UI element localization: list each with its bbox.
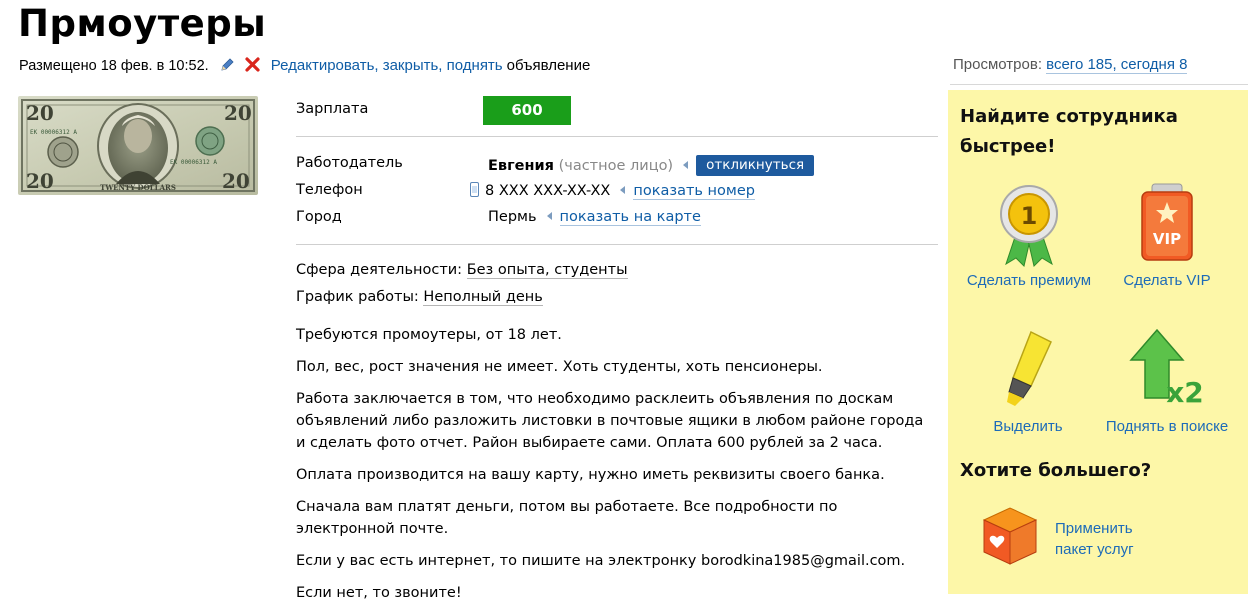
show-on-map-link[interactable]: показать на карте	[559, 209, 701, 226]
views-total-link[interactable]: всего 185, сегодня 8	[1046, 56, 1188, 74]
schedule-label: График работы:	[296, 289, 419, 305]
description-paragraph: Оплата производится на вашу карту, нужно…	[296, 467, 885, 483]
banknote-denomination-tl: 20	[26, 101, 54, 125]
banknote-image: 20 20 20 20 EK 00006312 A EK 00006312 A …	[18, 96, 258, 195]
page-title: Прмоутеры	[18, 2, 267, 45]
phone-label: Телефон	[296, 182, 363, 198]
make-vip-link[interactable]: Сделать VIP	[1092, 272, 1242, 289]
city-label: Город	[296, 209, 342, 225]
package-box-icon[interactable]	[978, 504, 1042, 568]
medal-number: 1	[1021, 202, 1038, 230]
respond-button[interactable]: откликнуться	[696, 155, 815, 176]
arrow-left-icon	[620, 186, 626, 194]
views-counter: Просмотров: всего 185, сегодня 8	[953, 56, 1188, 74]
raise-tile[interactable]: x2 Поднять в поиске	[1092, 328, 1242, 435]
description-paragraph: Если у вас есть интернет, то пишите на э…	[296, 553, 906, 569]
banknote-denomination-tr: 20	[224, 101, 252, 125]
banknote-denomination-bl: 20	[26, 169, 54, 193]
medal-icon: 1	[1000, 185, 1058, 267]
posted-date: Размещено 18 фев. в 10:52.	[19, 58, 209, 74]
show-phone-link[interactable]: показать номер	[633, 183, 755, 200]
description-paragraph: Сначала вам платят деньги, потом вы рабо…	[296, 499, 838, 537]
sphere-label: Сфера деятельности:	[296, 262, 463, 278]
sphere-value-link[interactable]: Без опыта, студенты	[466, 262, 628, 279]
employer-row: Евгения (частное лицо) откликнуться	[488, 155, 815, 176]
description-paragraph: Требуются промоутеры, от 18 лет.	[296, 327, 562, 343]
arrow-left-icon	[546, 212, 552, 220]
phone-value: 8 XXX XXX-XX-XX	[485, 183, 611, 199]
vip-badge-text: VIP	[1153, 230, 1181, 248]
make-premium-tile[interactable]: 1 Сделать премиум	[954, 182, 1104, 289]
raise-badge: x2	[1166, 376, 1204, 409]
pencil-icon[interactable]	[219, 56, 236, 73]
apply-package-link[interactable]: Применить пакет услуг	[1055, 518, 1134, 560]
more-heading: Хотите большего?	[960, 460, 1152, 481]
promo-heading: Найдите сотрудника быстрее!	[960, 106, 1178, 157]
views-label: Просмотров:	[953, 56, 1042, 73]
divider	[296, 136, 938, 137]
description-paragraph: Пол, вес, рост значения не имеет. Хоть с…	[296, 359, 823, 375]
city-value: Пермь	[488, 209, 537, 225]
description-paragraph: Если нет, то звоните!	[296, 585, 462, 601]
schedule-row: График работы: Неполный день	[296, 289, 543, 306]
ad-photo[interactable]: 20 20 20 20 EK 00006312 A EK 00006312 A …	[18, 96, 258, 195]
make-vip-tile[interactable]: VIP Сделать VIP	[1092, 182, 1242, 289]
highlight-link[interactable]: Выделить	[953, 418, 1103, 435]
divider	[950, 84, 1248, 85]
arrow-left-icon	[683, 161, 689, 169]
banknote-serial-left: EK 00006312 A	[30, 129, 77, 136]
meta-tail: объявление	[506, 57, 591, 74]
raise-in-search-link[interactable]: Поднять в поиске	[1092, 418, 1242, 435]
phone-icon	[470, 182, 479, 197]
package-label-line2: пакет услуг	[1055, 541, 1134, 558]
salary-label: Зарплата	[296, 101, 369, 117]
vip-badge-icon: VIP	[1141, 183, 1193, 261]
banknote-denomination-br: 20	[222, 169, 250, 193]
employer-type: (частное лицо)	[558, 158, 674, 174]
salary-badge: 600 руб.	[483, 96, 571, 148]
make-premium-link[interactable]: Сделать премиум	[954, 272, 1104, 289]
arrow-up-icon: x2	[1129, 328, 1204, 409]
close-icon[interactable]	[244, 56, 261, 73]
employer-name: Евгения	[488, 158, 554, 174]
sphere-row: Сфера деятельности: Без опыта, студенты	[296, 262, 628, 279]
edit-close-raise-link[interactable]: Редактировать, закрыть, поднять	[271, 57, 503, 74]
posting-meta: Размещено 18 фев. в 10:52. Редактировать…	[19, 56, 590, 74]
highlight-tile[interactable]: Выделить	[953, 328, 1103, 435]
promo-panel: Найдите сотрудника быстрее! 1 Сделать пр…	[948, 90, 1248, 594]
city-row: Пермь показать на карте	[488, 209, 701, 226]
package-label-line1: Применить	[1055, 520, 1133, 537]
divider	[296, 244, 938, 245]
banknote-serial-right: EK 00006312 A	[170, 159, 217, 166]
banknote-caption: TWENTY DOLLARS	[100, 183, 176, 192]
schedule-value-link[interactable]: Неполный день	[423, 289, 543, 306]
phone-row: 8 XXX XXX-XX-XX показать номер	[470, 182, 755, 200]
highlighter-icon	[1007, 330, 1052, 406]
employer-label: Работодатель	[296, 155, 403, 171]
description-paragraph: Работа заключается в том, что необходимо…	[296, 391, 924, 451]
ad-description: Требуются промоутеры, от 18 лет. Пол, ве…	[296, 324, 946, 614]
